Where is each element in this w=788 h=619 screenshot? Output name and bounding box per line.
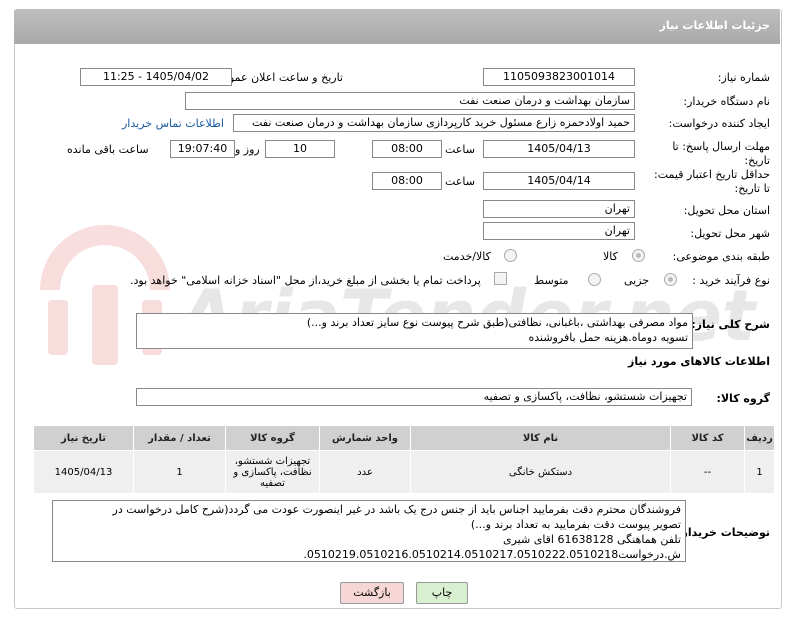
process-medium-label: متوسط xyxy=(534,274,569,287)
need-number-label: شماره نیاز: xyxy=(717,71,770,84)
contact-info-link[interactable]: اطلاعات تماس خریدار xyxy=(122,117,224,130)
description-textarea[interactable]: مواد مصرفی بهداشتی ،باغبانی، نظافتی(طبق … xyxy=(136,313,693,349)
buyer-org-field: سازمان بهداشت و درمان صنعت نفت xyxy=(185,92,635,110)
cell-date: 1405/04/13 xyxy=(33,450,134,494)
buyer-notes-label: توضیحات خریدار: xyxy=(677,526,770,539)
page-title: جزئیات اطلاعات نیاز xyxy=(659,19,771,32)
cell-unit: عدد xyxy=(319,450,411,494)
col-group: گروه کالا xyxy=(225,425,320,451)
goods-group-field: تجهیزات شستشو، نظافت، پاکسازی و تصفیه xyxy=(136,388,692,406)
buyer-notes-textarea[interactable]: فروشندگان محترم دقت بفرمایید اجناس باید … xyxy=(52,500,686,562)
print-button[interactable]: چاپ xyxy=(416,582,468,604)
days-field: 10 xyxy=(265,140,335,158)
need-number-field: 1105093823001014 xyxy=(483,68,635,86)
buyer-notes-line-2: تصویر پیوست دقت بفرمایید به تعداد برند و… xyxy=(470,518,681,531)
col-code: کد کالا xyxy=(670,425,745,451)
validity-time-label: ساعت xyxy=(445,175,475,188)
category-service-label: کالا/خدمت xyxy=(443,250,491,263)
days-label: روز و xyxy=(235,143,260,156)
buyer-notes-line-3: تلفن هماهنگی 61638128 اقای شیری xyxy=(503,533,681,546)
creator-label: ایجاد کننده درخواست: xyxy=(668,117,770,130)
buyer-notes-line-4: ش.درخواست0510219.0510216.0510214.0510217… xyxy=(303,548,681,561)
validity-label: حداقل تاریخ اعتبار قیمت: تا تاریخ: xyxy=(654,168,770,195)
description-line-1: مواد مصرفی بهداشتی ،باغبانی، نظافتی(طبق … xyxy=(306,316,688,329)
city-label: شهر محل تحویل: xyxy=(690,227,770,240)
buyer-org-label: نام دستگاه خریدار: xyxy=(683,95,770,108)
remaining-label: ساعت باقی مانده xyxy=(67,143,149,156)
process-partial-label: جزیی xyxy=(624,274,650,287)
col-row: ردیف xyxy=(744,425,775,451)
col-unit: واحد شمارش xyxy=(319,425,411,451)
description-line-2: تسویه دوماه.هزینه حمل بافروشنده xyxy=(528,331,688,344)
process-partial-radio[interactable] xyxy=(664,273,677,286)
goods-table: ردیف کد کالا نام کالا واحد شمارش گروه کا… xyxy=(33,425,775,494)
province-label: استان محل تحویل: xyxy=(683,204,770,217)
back-button[interactable]: بازگشت xyxy=(340,582,404,604)
category-goods-label: کالا xyxy=(603,250,618,263)
page-header: جزئیات اطلاعات نیاز xyxy=(14,9,780,44)
goods-group-label: گروه کالا: xyxy=(716,392,770,405)
province-field: تهران xyxy=(483,200,635,218)
payment-checkbox[interactable] xyxy=(494,272,507,285)
cell-name: دستکش خانگی xyxy=(410,450,671,494)
cell-code: -- xyxy=(670,450,745,494)
validity-date-field: 1405/04/14 xyxy=(483,172,635,190)
deadline-time-field: 08:00 xyxy=(372,140,442,158)
col-qty: تعداد / مقدار xyxy=(133,425,226,451)
buyer-notes-line-1: فروشندگان محترم دقت بفرمایید اجناس باید … xyxy=(112,503,681,516)
deadline-time-label: ساعت xyxy=(445,143,475,156)
announce-field: 1405/04/02 - 11:25 xyxy=(80,68,232,86)
cell-row: 1 xyxy=(744,450,775,494)
table-header-row: ردیف کد کالا نام کالا واحد شمارش گروه کا… xyxy=(33,425,775,451)
col-name: نام کالا xyxy=(410,425,671,451)
city-field: تهران xyxy=(483,222,635,240)
remaining-time-field: 19:07:40 xyxy=(170,140,235,158)
category-service-radio[interactable] xyxy=(504,249,517,262)
validity-time-field: 08:00 xyxy=(372,172,442,190)
payment-note: پرداخت تمام یا بخشی از مبلغ خرید،از محل … xyxy=(130,274,481,287)
process-medium-radio[interactable] xyxy=(588,273,601,286)
description-label: شرح کلی نیاز: xyxy=(691,318,770,331)
deadline-label: مهلت ارسال پاسخ: تا تاریخ: xyxy=(672,140,770,167)
cell-group: تجهیزات شستشو، نظافت، پاکسازی و تصفیه xyxy=(225,450,320,494)
table-row: 1 -- دستکش خانگی عدد تجهیزات شستشو، نظاف… xyxy=(33,450,775,494)
deadline-date-field: 1405/04/13 xyxy=(483,140,635,158)
creator-field: حمید اولادحمزه زارع مسئول خرید کارپردازی… xyxy=(233,114,635,132)
process-label: نوع فرآیند خرید : xyxy=(692,274,770,287)
cell-qty: 1 xyxy=(133,450,226,494)
col-date: تاریخ نیاز xyxy=(33,425,134,451)
goods-info-title: اطلاعات کالاهای مورد نیاز xyxy=(628,355,770,368)
category-goods-radio[interactable] xyxy=(632,249,645,262)
category-label: طبقه بندی موضوعی: xyxy=(672,250,770,263)
